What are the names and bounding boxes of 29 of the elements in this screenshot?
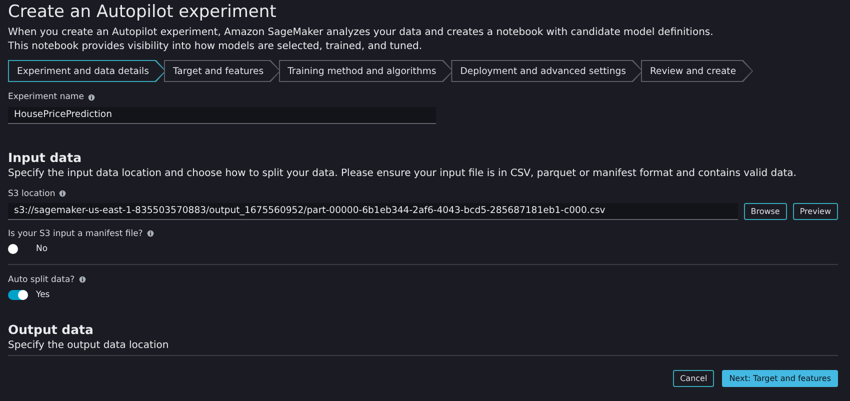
- info-icon: [78, 276, 86, 283]
- field-label: Auto split data?: [8, 274, 75, 284]
- section-heading: Input data: [8, 150, 83, 164]
- wizard-step[interactable]: Review and create: [640, 60, 754, 82]
- field-label: Experiment name: [8, 92, 84, 102]
- field-label: S3 location: [8, 188, 56, 198]
- s3-location-field[interactable]: s3://sagemaker-us-east-1-835503570883/output_1675560952/part-00000-6b1eb344-2af6-4043-bcd5-285687181eb1-c000.csv: [8, 202, 738, 220]
- toggle-label: No: [36, 244, 48, 254]
- field-label: Is your S3 input a manifest file?: [8, 228, 143, 238]
- page-title: Create an Autopilot experiment: [8, 2, 278, 22]
- info-icon: [146, 230, 154, 237]
- info-icon: [59, 190, 66, 197]
- section-heading: Output data: [8, 322, 94, 336]
- toggle-label: Yes: [36, 290, 50, 300]
- wizard-step[interactable]: Experiment and data details: [8, 60, 166, 82]
- section-description: Specify the input data location and choose how to split your data. Please ensure your input file is in CSV, parquet or manifest format and contains valid data.: [8, 166, 798, 180]
- info-icon: [88, 94, 95, 100]
- wizard-step[interactable]: Target and features: [164, 60, 281, 82]
- next-button[interactable]: Next: Target and features: [722, 370, 838, 386]
- wizard-step[interactable]: Training method and algorithms: [278, 60, 454, 82]
- wizard-step[interactable]: Deployment and advanced settings: [451, 60, 643, 82]
- toggle-switch[interactable]: [8, 290, 28, 300]
- experiment-name-field[interactable]: HousePricePrediction: [8, 106, 436, 124]
- secondary-button[interactable]: Browse: [744, 202, 787, 220]
- section-description: Specify the output data location: [8, 338, 170, 352]
- cancel-button[interactable]: Cancel: [673, 370, 714, 386]
- page-description: When you create an Autopilot experiment, Amazon SageMaker analyzes your data and creates a notebook with candidate model definitions.: [8, 26, 714, 40]
- secondary-button[interactable]: Preview: [792, 202, 838, 220]
- page-description: This notebook provides visibility into how models are selected, trained, and tuned.: [8, 40, 424, 54]
